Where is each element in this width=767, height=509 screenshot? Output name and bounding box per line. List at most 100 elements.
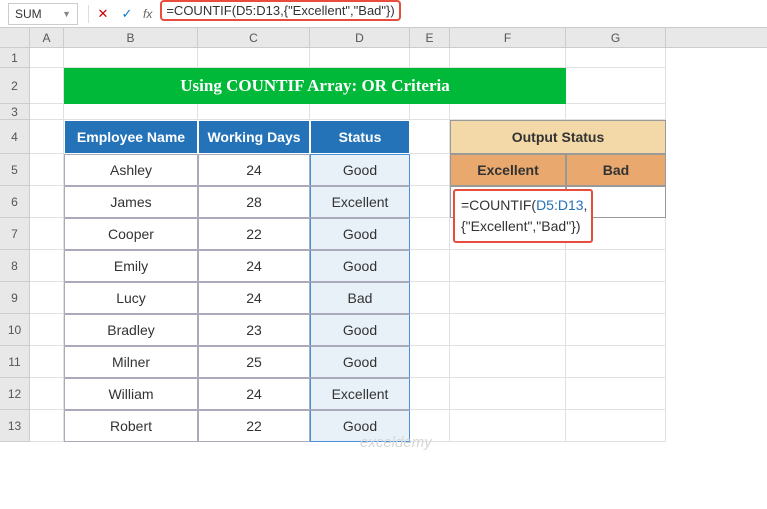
cell[interactable] — [566, 104, 666, 120]
row-header-11[interactable]: 11 — [0, 346, 30, 378]
cancel-icon[interactable]: ✕ — [91, 3, 115, 25]
cell[interactable] — [566, 346, 666, 378]
cell[interactable] — [410, 48, 450, 68]
select-all-corner[interactable] — [0, 28, 30, 47]
data-status[interactable]: Good — [310, 154, 410, 186]
cell[interactable] — [410, 104, 450, 120]
formula-input[interactable]: =COUNTIF(D5:D13,{"Excellent","Bad"}) — [156, 3, 767, 25]
cell[interactable] — [410, 314, 450, 346]
cell[interactable] — [566, 250, 666, 282]
cell[interactable] — [450, 250, 566, 282]
row-header-8[interactable]: 8 — [0, 250, 30, 282]
cell[interactable] — [410, 154, 450, 186]
col-header-C[interactable]: C — [198, 28, 310, 47]
row-header-9[interactable]: 9 — [0, 282, 30, 314]
col-header-F[interactable]: F — [450, 28, 566, 47]
title-banner[interactable]: Using COUNTIF Array: OR Criteria — [64, 68, 566, 104]
data-name[interactable]: Cooper — [64, 218, 198, 250]
cell[interactable] — [410, 410, 450, 442]
cell[interactable] — [310, 104, 410, 120]
data-status[interactable]: Excellent — [310, 378, 410, 410]
cell[interactable] — [30, 68, 64, 104]
chevron-down-icon[interactable]: ▼ — [62, 9, 71, 19]
data-name[interactable]: Bradley — [64, 314, 198, 346]
cell[interactable] — [410, 250, 450, 282]
cell[interactable] — [450, 346, 566, 378]
cell[interactable] — [30, 250, 64, 282]
data-status[interactable]: Bad — [310, 282, 410, 314]
data-status[interactable]: Good — [310, 218, 410, 250]
cell[interactable] — [566, 410, 666, 442]
col-header-B[interactable]: B — [64, 28, 198, 47]
data-status[interactable]: Excellent — [310, 186, 410, 218]
fx-icon[interactable]: fx — [143, 7, 152, 21]
cell[interactable] — [64, 104, 198, 120]
row-header-6[interactable]: 6 — [0, 186, 30, 218]
row-header-10[interactable]: 10 — [0, 314, 30, 346]
data-days[interactable]: 28 — [198, 186, 310, 218]
data-name[interactable]: James — [64, 186, 198, 218]
cell[interactable] — [30, 282, 64, 314]
data-days[interactable]: 24 — [198, 282, 310, 314]
col-header-D[interactable]: D — [310, 28, 410, 47]
data-name[interactable]: Ashley — [64, 154, 198, 186]
data-days[interactable]: 24 — [198, 250, 310, 282]
cell[interactable] — [410, 282, 450, 314]
cell[interactable] — [30, 120, 64, 154]
cell[interactable] — [30, 48, 64, 68]
cell[interactable] — [410, 120, 450, 154]
cell[interactable] — [198, 104, 310, 120]
data-days[interactable]: 22 — [198, 410, 310, 442]
header-employee[interactable]: Employee Name — [64, 120, 198, 154]
data-status[interactable]: Good — [310, 346, 410, 378]
cell[interactable] — [566, 68, 666, 104]
row-header-2[interactable]: 2 — [0, 68, 30, 104]
cell[interactable] — [198, 48, 310, 68]
output-header[interactable]: Output Status — [450, 120, 666, 154]
data-status[interactable]: Good — [310, 410, 410, 442]
data-days[interactable]: 24 — [198, 154, 310, 186]
col-header-G[interactable]: G — [566, 28, 666, 47]
data-name[interactable]: Milner — [64, 346, 198, 378]
cell[interactable] — [450, 378, 566, 410]
cell[interactable] — [30, 346, 64, 378]
cell[interactable] — [310, 48, 410, 68]
row-header-1[interactable]: 1 — [0, 48, 30, 68]
data-days[interactable]: 24 — [198, 378, 310, 410]
data-days[interactable]: 25 — [198, 346, 310, 378]
cell[interactable] — [30, 314, 64, 346]
cell[interactable] — [30, 218, 64, 250]
row-header-3[interactable]: 3 — [0, 104, 30, 120]
cell[interactable] — [410, 378, 450, 410]
cell[interactable] — [450, 282, 566, 314]
cell[interactable] — [566, 378, 666, 410]
cell[interactable] — [30, 410, 64, 442]
row-header-5[interactable]: 5 — [0, 154, 30, 186]
cell[interactable] — [30, 104, 64, 120]
row-header-12[interactable]: 12 — [0, 378, 30, 410]
row-header-7[interactable]: 7 — [0, 218, 30, 250]
header-days[interactable]: Working Days — [198, 120, 310, 154]
row-header-13[interactable]: 13 — [0, 410, 30, 442]
active-cell[interactable]: =COUNTIF(D5:D13,{"Excellent","Bad"}) — [450, 186, 566, 218]
data-name[interactable]: William — [64, 378, 198, 410]
cell[interactable] — [410, 218, 450, 250]
confirm-icon[interactable]: ✓ — [115, 3, 139, 25]
cell[interactable] — [450, 104, 566, 120]
output-col2[interactable]: Bad — [566, 154, 666, 186]
row-header-4[interactable]: 4 — [0, 120, 30, 154]
col-header-E[interactable]: E — [410, 28, 450, 47]
cell[interactable] — [566, 48, 666, 68]
cell[interactable] — [566, 314, 666, 346]
cell[interactable] — [64, 48, 198, 68]
cell[interactable] — [30, 186, 64, 218]
cell[interactable] — [450, 410, 566, 442]
cell[interactable] — [566, 282, 666, 314]
header-status[interactable]: Status — [310, 120, 410, 154]
cell[interactable] — [30, 154, 64, 186]
output-col1[interactable]: Excellent — [450, 154, 566, 186]
cell[interactable] — [450, 48, 566, 68]
data-days[interactable]: 22 — [198, 218, 310, 250]
data-status[interactable]: Good — [310, 314, 410, 346]
data-name[interactable]: Lucy — [64, 282, 198, 314]
